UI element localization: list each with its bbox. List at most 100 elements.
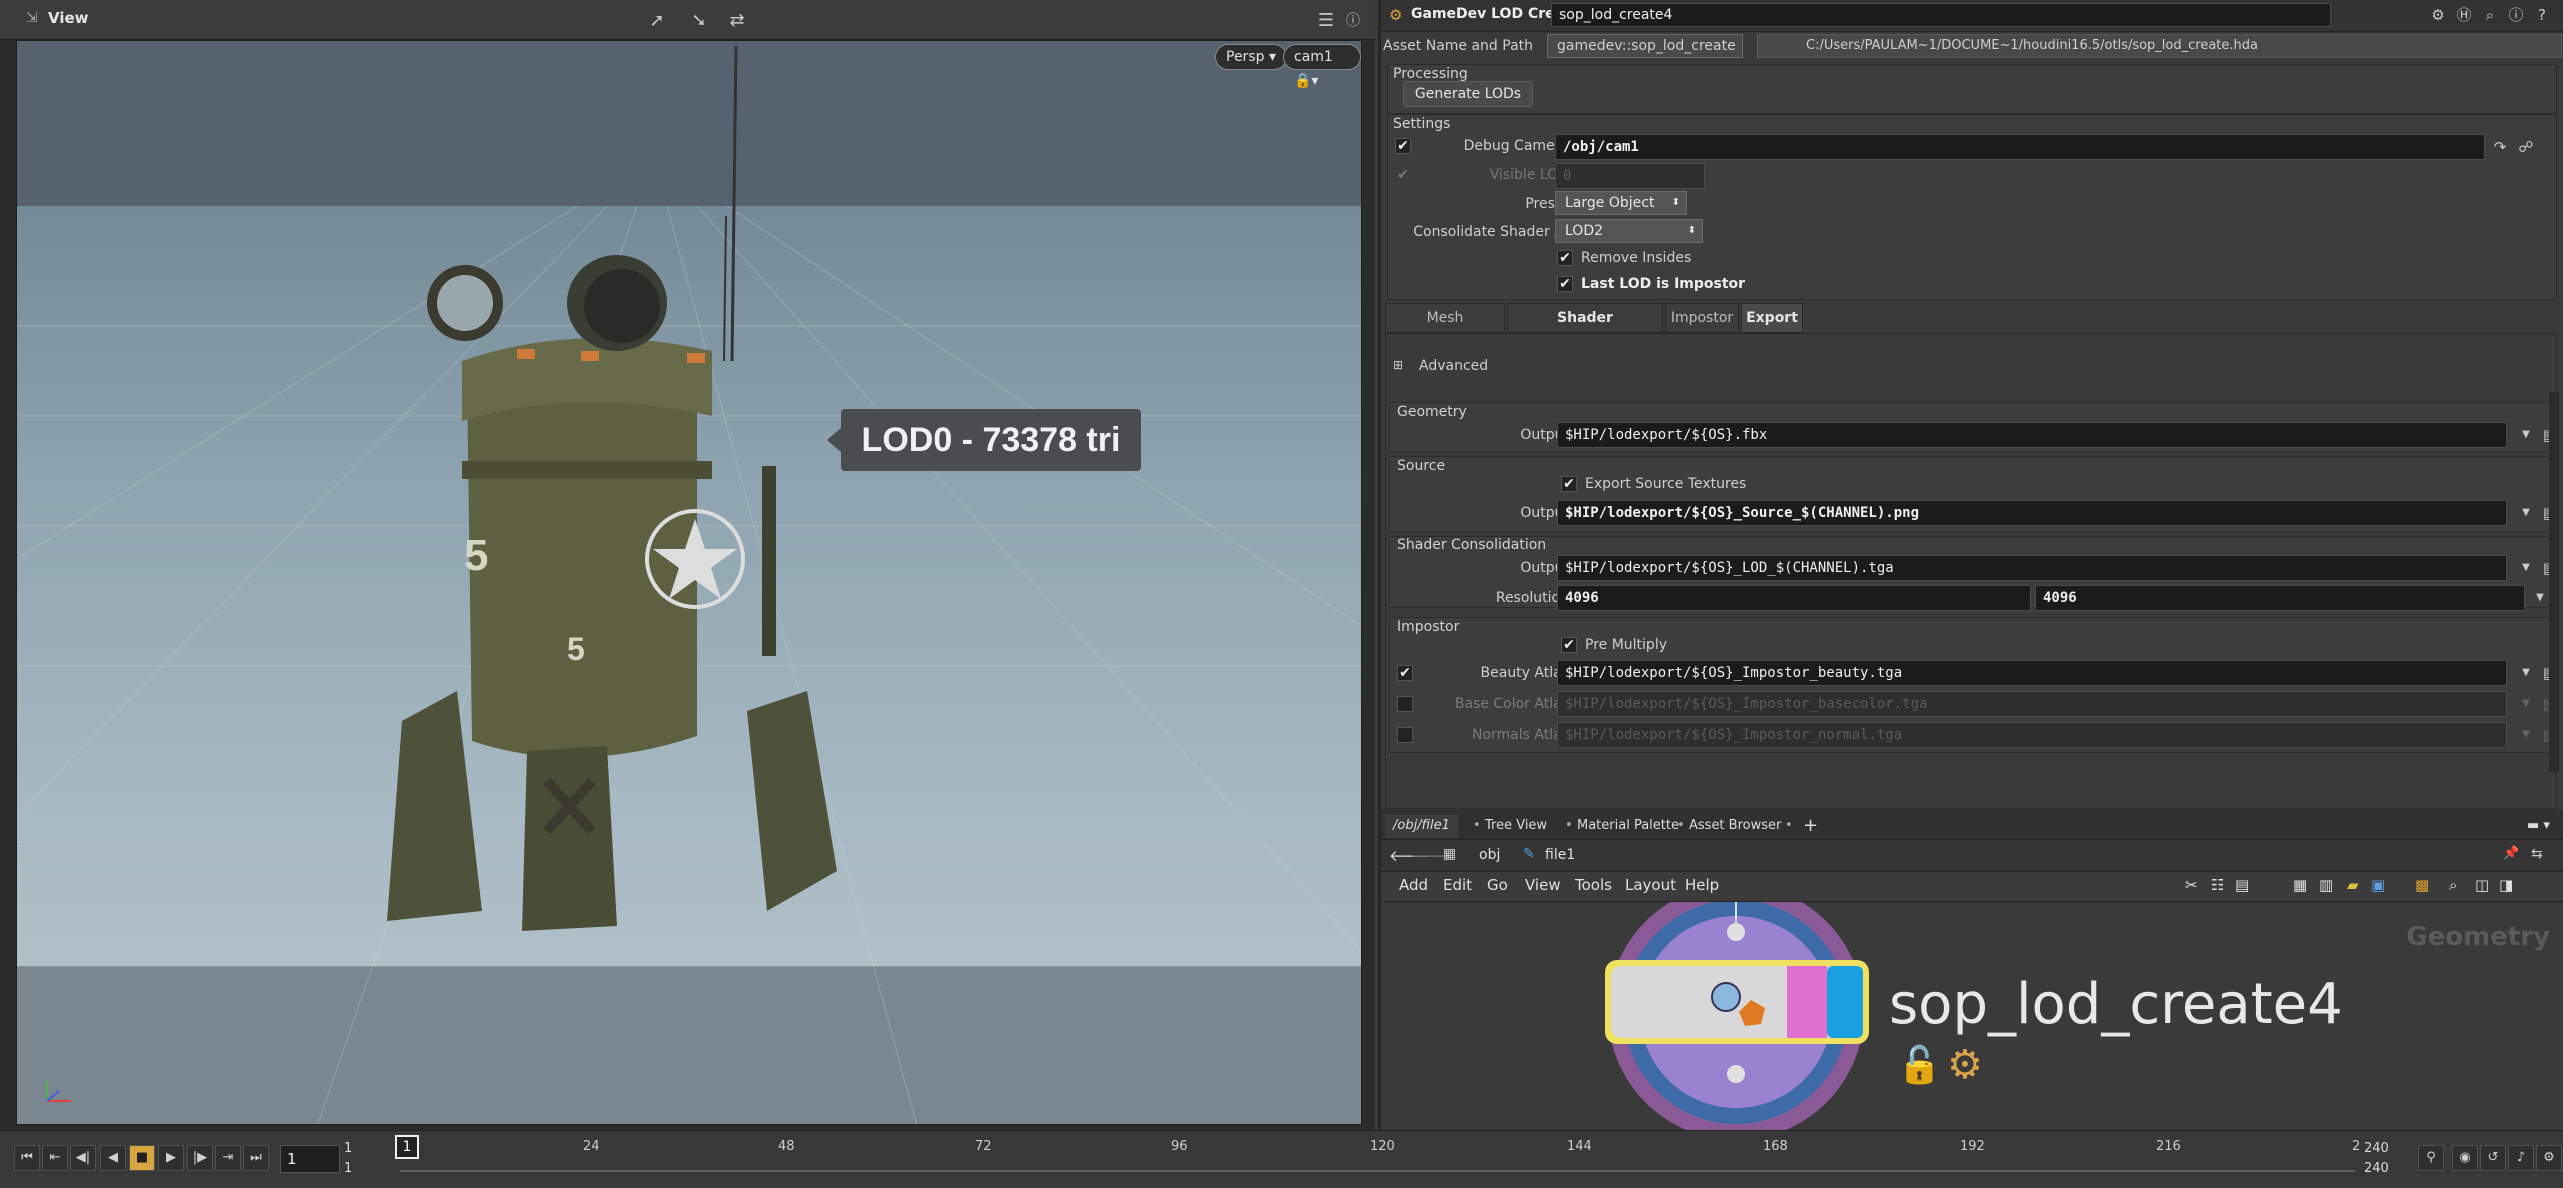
tab-shader-consolidation[interactable]: Shader Consolidation bbox=[1507, 303, 1663, 354]
play-forward-icon[interactable]: ▶ bbox=[158, 1145, 184, 1171]
premultiply-checkbox[interactable]: ✔ bbox=[1561, 637, 1577, 653]
tab-mesh-decimation[interactable]: Mesh Decimation bbox=[1385, 303, 1505, 354]
dropdown-arrow-icon[interactable]: ▼ bbox=[2515, 693, 2537, 715]
wire-tool-icon[interactable]: ✂ bbox=[2185, 876, 2198, 894]
source-output-field[interactable]: $HIP/lodexport/${OS}_Source_$(CHANNEL).p… bbox=[1557, 500, 2507, 526]
dropdown-arrow-icon[interactable]: ▼ bbox=[2515, 724, 2537, 746]
range-end-field[interactable]: 240 bbox=[2364, 1141, 2389, 1156]
display-options-icon[interactable]: ☰ bbox=[1313, 8, 1339, 34]
dropdown-arrow-icon[interactable]: ▼ bbox=[2515, 662, 2537, 684]
timeline-ruler[interactable]: 24 48 72 96 120 144 168 192 216 2 bbox=[400, 1139, 2360, 1177]
normals-atlas-checkbox[interactable]: ✔ bbox=[1397, 727, 1413, 743]
dropdown-arrow-icon[interactable]: ▼ bbox=[2515, 424, 2537, 446]
range-start-field[interactable]: 1 bbox=[344, 1141, 352, 1156]
unlock-icon[interactable]: 🔓 bbox=[1897, 1044, 1942, 1086]
help-icon[interactable]: ⓘ bbox=[1340, 8, 1366, 34]
path-file1[interactable]: file1 bbox=[1545, 847, 1575, 863]
dropdown-arrow-icon[interactable]: ▼ bbox=[2529, 587, 2551, 609]
visible-lod-field[interactable]: 0 bbox=[1555, 163, 1705, 189]
menu-add[interactable]: Add bbox=[1399, 876, 1428, 894]
next-key-icon[interactable]: ⇥ bbox=[215, 1145, 241, 1171]
beauty-atlas-checkbox[interactable]: ✔ bbox=[1397, 665, 1413, 681]
frame-all-icon[interactable]: ◫ bbox=[2475, 876, 2489, 894]
key-tool-icon[interactable]: ⚲ bbox=[2418, 1145, 2444, 1171]
play-reverse-icon[interactable]: ◀ bbox=[100, 1145, 126, 1171]
normals-atlas-field[interactable]: $HIP/lodexport/${OS}_Impostor_normal.tga bbox=[1557, 722, 2507, 748]
tab-tree-view[interactable]: Tree View bbox=[1477, 814, 1555, 838]
tab-export[interactable]: Export bbox=[1741, 303, 1803, 333]
palette-icon[interactable]: ▩ bbox=[2415, 876, 2429, 894]
parameter-scrollbar[interactable] bbox=[2549, 392, 2559, 772]
resolution-y-field[interactable]: 4096 bbox=[2035, 585, 2525, 611]
stop-icon[interactable]: ■ bbox=[129, 1145, 155, 1171]
node-name-field[interactable]: sop_lod_create4 bbox=[1551, 3, 2331, 27]
list-icon[interactable]: ▥ bbox=[2319, 876, 2333, 894]
menu-view[interactable]: View bbox=[1525, 876, 1561, 894]
preset-menu[interactable]: Large Object ⬍ bbox=[1555, 191, 1687, 215]
shader-output-field[interactable]: $HIP/lodexport/${OS}_LOD_$(CHANNEL).tga bbox=[1557, 555, 2507, 581]
loop-icon[interactable]: ↺ bbox=[2480, 1145, 2506, 1171]
select-arrow-icon[interactable]: ➚ bbox=[644, 8, 670, 34]
asset-path-menu[interactable]: C:/Users/PAULAM~1/DOCUME~1/houdini16.5/o… bbox=[1757, 34, 2562, 58]
help-icon[interactable]: ? bbox=[2531, 4, 2553, 26]
note-icon[interactable]: ▤ bbox=[2235, 876, 2249, 894]
beauty-atlas-field[interactable]: $HIP/lodexport/${OS}_Impostor_beauty.tga bbox=[1557, 660, 2507, 686]
export-source-textures-checkbox[interactable]: ✔ bbox=[1561, 476, 1577, 492]
jump-start-icon[interactable]: ⏮ bbox=[14, 1145, 40, 1171]
tab-impostor[interactable]: Impostor bbox=[1665, 303, 1739, 333]
jump-end-icon[interactable]: ⏭ bbox=[243, 1145, 269, 1171]
playhead-marker[interactable]: 1 bbox=[395, 1135, 419, 1159]
base-color-atlas-checkbox[interactable]: ✔ bbox=[1397, 696, 1413, 712]
range-end-field-2[interactable]: 240 bbox=[2364, 1161, 2389, 1176]
grid-icon[interactable]: ▦ bbox=[2293, 876, 2307, 894]
global-anim-options-icon[interactable]: ⚙ bbox=[2536, 1145, 2562, 1171]
consolidate-shader-menu[interactable]: LOD2 ⬍ bbox=[1555, 219, 1703, 243]
settings-gear-icon[interactable]: ⚙ bbox=[2427, 4, 2449, 26]
viewport-pane[interactable]: ⇲ View ➚ ➘ ⇄ ☰ ⓘ 5 5 Persp ▾ cam1 🔒▾ LOD… bbox=[0, 0, 1375, 1130]
tab-asset-browser[interactable]: Asset Browser bbox=[1681, 814, 1789, 838]
menu-help[interactable]: Help bbox=[1685, 876, 1719, 894]
network-canvas[interactable]: Geometry sop_lod_create4 🔓 ⚙ bbox=[1381, 902, 2563, 1130]
zoom-icon[interactable]: ⌕ bbox=[2449, 876, 2457, 894]
current-frame-field[interactable]: 1 bbox=[280, 1145, 340, 1173]
tree-layout-icon[interactable]: ☷ bbox=[2211, 876, 2224, 894]
camera-select-menu[interactable]: cam1 🔒▾ bbox=[1283, 44, 1361, 89]
pane-menu-icon[interactable]: ▬ ▾ bbox=[2519, 814, 2558, 838]
generate-lods-button[interactable]: Generate LODs bbox=[1403, 81, 1533, 107]
pin-icon[interactable]: 📌 bbox=[2503, 846, 2519, 861]
link-icon[interactable]: ⇆ bbox=[2531, 846, 2543, 862]
prev-key-icon[interactable]: ⇤ bbox=[42, 1145, 68, 1171]
tab-obj-file1[interactable]: /obj/file1 bbox=[1385, 814, 1458, 838]
debug-camera-checkbox[interactable]: ✔ bbox=[1395, 138, 1411, 154]
sticky-note-icon[interactable]: ▰ bbox=[2347, 876, 2359, 894]
last-lod-impostor-checkbox[interactable]: ✔ bbox=[1557, 276, 1573, 292]
timeline-bar[interactable]: ⏮ ⇤ ◀| ◀ ■ ▶ |▶ ⇥ ⏭ 1 1 1 24 48 72 96 12… bbox=[0, 1130, 2563, 1188]
expand-plus-icon[interactable]: ⊞ bbox=[1393, 358, 1403, 372]
pane-tab-icon[interactable]: ⇲ bbox=[26, 10, 38, 26]
asset-name-menu[interactable]: gamedev::sop_lod_create bbox=[1547, 34, 1743, 58]
audio-icon[interactable]: ♪ bbox=[2508, 1145, 2534, 1171]
menu-tools[interactable]: Tools bbox=[1575, 876, 1612, 894]
camera-mode-menu[interactable]: Persp ▾ bbox=[1215, 44, 1287, 70]
jump-to-op-icon[interactable]: ↷ bbox=[2489, 136, 2511, 158]
real-time-icon[interactable]: ◉ bbox=[2452, 1145, 2478, 1171]
visible-lod-checkbox[interactable]: ✔ bbox=[1395, 167, 1411, 183]
resolution-x-field[interactable]: 4096 bbox=[1557, 585, 2031, 611]
dropdown-arrow-icon[interactable]: ▼ bbox=[2515, 557, 2537, 579]
transform-arrow-icon[interactable]: ➘ bbox=[686, 8, 712, 34]
menu-go[interactable]: Go bbox=[1487, 876, 1508, 894]
base-color-atlas-field[interactable]: $HIP/lodexport/${OS}_Impostor_basecolor.… bbox=[1557, 691, 2507, 717]
remove-insides-checkbox[interactable]: ✔ bbox=[1557, 250, 1573, 266]
hda-help-icon[interactable]: Ⓗ bbox=[2453, 4, 2475, 26]
range-start-field-2[interactable]: 1 bbox=[344, 1161, 352, 1176]
viewport-scene[interactable]: 5 5 Persp ▾ cam1 🔒▾ LOD0 - 73378 tri bbox=[16, 40, 1362, 1125]
menu-edit[interactable]: Edit bbox=[1443, 876, 1472, 894]
menu-layout[interactable]: Layout bbox=[1625, 876, 1676, 894]
step-back-icon[interactable]: ◀| bbox=[70, 1145, 96, 1171]
network-pane[interactable]: /obj/file1 • Tree View • Material Palett… bbox=[1378, 810, 2563, 1130]
image-icon[interactable]: ▣ bbox=[2371, 876, 2385, 894]
geometry-output-field[interactable]: $HIP/lodexport/${OS}.fbx bbox=[1557, 422, 2507, 448]
path-obj[interactable]: obj bbox=[1479, 847, 1500, 863]
snap-icon[interactable]: ⇄ bbox=[724, 8, 750, 34]
lod-node[interactable] bbox=[1591, 902, 1901, 1130]
